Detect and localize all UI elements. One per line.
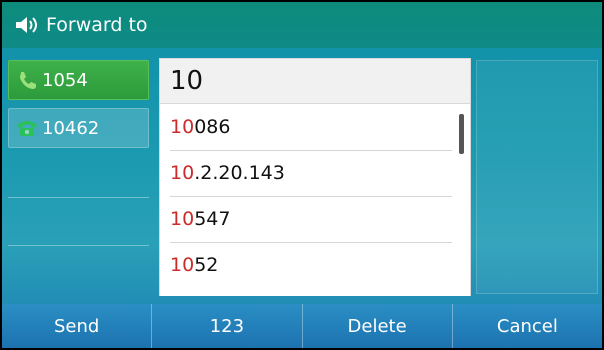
suggestion-item[interactable]: 10 086: [170, 104, 452, 151]
line-key-10462[interactable]: 10462: [8, 108, 149, 148]
send-button[interactable]: Send: [2, 304, 153, 348]
cancel-button[interactable]: Cancel: [453, 304, 602, 348]
desk-phone-icon: [16, 117, 38, 139]
suggestion-rest: 086: [194, 116, 231, 138]
matched-prefix: 10: [170, 208, 195, 230]
matched-prefix: 10: [170, 162, 195, 184]
line-key-1054[interactable]: 1054: [8, 60, 149, 100]
line-label: 10462: [42, 117, 100, 139]
suggestion-rest: 52: [194, 254, 219, 276]
matched-prefix: 10: [170, 116, 195, 138]
empty-line-panel: [476, 60, 598, 294]
handset-icon: [16, 69, 38, 91]
suggestion-item[interactable]: 10.2.20.143: [170, 150, 452, 197]
divider: [8, 245, 149, 246]
suggestion-list: 10 086 10.2.20.143 10 547 10 52: [159, 104, 471, 296]
title-bar: Forward to: [2, 2, 602, 48]
suggestion-rest: 547: [194, 208, 231, 230]
suggestion-rest: .2.20.143: [194, 162, 285, 184]
suggestion-item[interactable]: 10 547: [170, 196, 452, 243]
scrollbar-thumb[interactable]: [459, 114, 464, 154]
scrollbar[interactable]: [459, 114, 464, 290]
suggestion-item[interactable]: 10 52: [170, 242, 452, 288]
softkey-bar: Send 123 Delete Cancel: [2, 304, 602, 348]
number-input[interactable]: 10: [159, 58, 471, 104]
speaker-icon: [14, 15, 40, 35]
screen-title: Forward to: [46, 14, 148, 36]
delete-button[interactable]: Delete: [303, 304, 453, 348]
matched-prefix: 10: [170, 254, 195, 276]
number-input-value: 10: [170, 66, 204, 96]
input-mode-button[interactable]: 123: [152, 304, 303, 348]
line-label: 1054: [42, 69, 88, 91]
divider: [8, 197, 149, 198]
phone-screen: Forward to 1054 10462 10 10 086 10 .2.20…: [2, 2, 602, 348]
